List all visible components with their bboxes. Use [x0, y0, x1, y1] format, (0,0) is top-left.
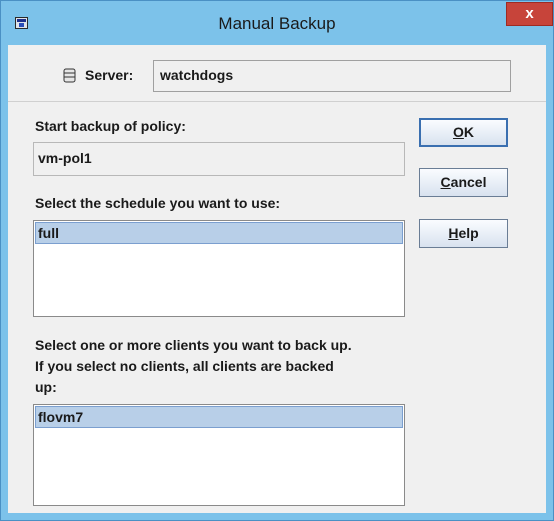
- clients-label-line-2: If you select no clients, all clients ar…: [35, 358, 334, 374]
- help-mnemonic: H: [448, 225, 459, 241]
- cancel-label-rest: ancel: [450, 174, 487, 190]
- clients-label-line-1: Select one or more clients you want to b…: [35, 337, 352, 353]
- cancel-button[interactable]: Cancel: [419, 168, 508, 197]
- clients-list[interactable]: flovm7: [33, 404, 405, 506]
- schedule-item-full[interactable]: full: [35, 222, 403, 244]
- window-title: Manual Backup: [218, 14, 336, 33]
- server-field: watchdogs: [153, 60, 511, 92]
- server-label: Server:: [85, 67, 134, 83]
- help-label-rest: elp: [458, 225, 479, 241]
- cancel-mnemonic: C: [440, 174, 451, 190]
- schedule-label: Select the schedule you want to use:: [35, 195, 281, 211]
- database-icon: [63, 68, 76, 83]
- policy-field: vm-pol1: [33, 142, 405, 176]
- clients-label-line-3: up:: [35, 379, 57, 395]
- ok-mnemonic: O: [452, 124, 464, 140]
- manual-backup-dialog: Manual Backup x Server: watchdogs Start …: [0, 0, 554, 521]
- title-bar[interactable]: Manual Backup x: [1, 1, 553, 45]
- server-panel: Server: watchdogs: [8, 45, 546, 102]
- close-button[interactable]: x: [506, 2, 553, 26]
- client-item-flovm7[interactable]: flovm7: [35, 406, 403, 428]
- help-button[interactable]: Help: [419, 219, 508, 248]
- dialog-body: Server: watchdogs Start backup of policy…: [8, 45, 546, 513]
- policy-label: Start backup of policy:: [35, 118, 186, 134]
- ok-button[interactable]: OK: [419, 118, 508, 147]
- schedule-list[interactable]: full: [33, 220, 405, 317]
- ok-label-rest: K: [463, 124, 474, 140]
